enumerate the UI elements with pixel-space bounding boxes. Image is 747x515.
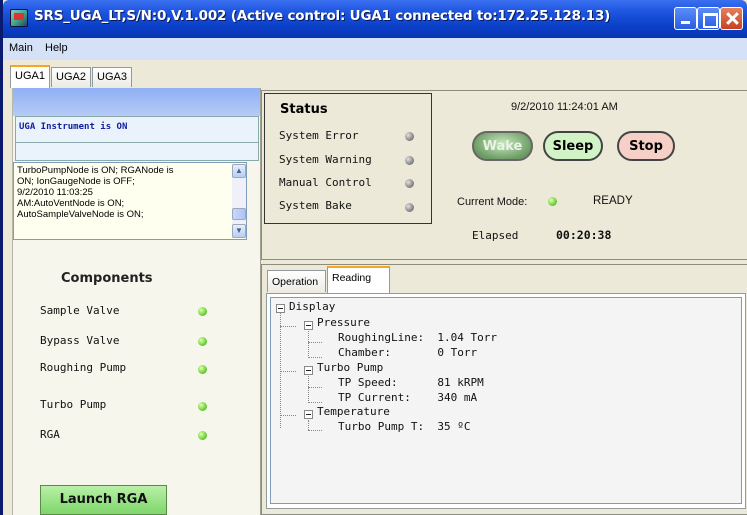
tree-connector [308, 331, 309, 358]
tree-connector [308, 387, 322, 388]
tree-temperature[interactable]: Temperature [317, 405, 390, 418]
close-button[interactable] [720, 7, 743, 30]
system-bake-led-icon [405, 203, 414, 212]
tree-connector [280, 326, 296, 327]
minimize-icon [675, 8, 696, 29]
tab-uga2[interactable]: UGA2 [51, 67, 91, 87]
title-bar[interactable]: SRS_UGA_LT,S/N:0,V.1.002 (Active control… [3, 0, 747, 38]
component-sample-valve-label: Sample Valve [40, 304, 120, 317]
status-system-error-label: System Error [279, 129, 359, 142]
log-line: AutoSampleValveNode is ON; [17, 209, 144, 220]
sample-valve-led-icon [198, 307, 207, 316]
component-bypass-valve-label: Bypass Valve [40, 334, 120, 347]
roughing-pump-led-icon [198, 365, 207, 374]
system-warning-led-icon [405, 156, 414, 165]
tree-connector [308, 342, 322, 343]
control-panel: Status System Error System Warning Manua… [261, 90, 747, 260]
stop-button[interactable]: Stop [617, 131, 675, 161]
status-box: Status System Error System Warning Manua… [264, 93, 432, 224]
log-scrollbar[interactable]: ▲ ▼ [232, 164, 246, 238]
components-title: Components [61, 271, 153, 286]
rga-led-icon [198, 431, 207, 440]
menu-bar: Main Help [3, 38, 747, 60]
status-system-warning-label: System Warning [279, 153, 372, 166]
tree-tp-speed: TP Speed: 81 kRPM [338, 376, 484, 389]
log-line: TurboPumpNode is ON; RGANode is [17, 165, 174, 176]
tree-connector [280, 415, 296, 416]
maximize-button[interactable] [697, 7, 720, 30]
instrument-tabs: UGA1 UGA2 UGA3 [3, 60, 747, 88]
datetime: 9/2/2010 11:24:01 AM [511, 101, 618, 113]
tree-chamber: Chamber: 0 Torr [338, 346, 478, 359]
tree-tp-current: TP Current: 340 mA [338, 391, 478, 404]
component-turbo-pump-label: Turbo Pump [40, 398, 107, 411]
minimize-button[interactable] [674, 7, 697, 30]
collapse-temperature-icon[interactable] [304, 410, 313, 419]
bypass-valve-led-icon [198, 337, 207, 346]
app-window: SRS_UGA_LT,S/N:0,V.1.002 (Active control… [3, 0, 747, 515]
collapse-turbo-pump-icon[interactable] [304, 366, 313, 375]
right-panel: Status System Error System Warning Manua… [260, 88, 747, 515]
uga-status-text: UGA Instrument is ON [15, 116, 259, 143]
scroll-down-icon[interactable]: ▼ [232, 224, 246, 238]
tab-reading[interactable]: Reading [327, 266, 390, 293]
tree-turbo-pump[interactable]: Turbo Pump [317, 361, 383, 374]
tree-display[interactable]: Display [289, 300, 335, 313]
menu-main[interactable]: Main [9, 42, 33, 54]
log-box[interactable]: TurboPumpNode is ON; RGANode is ON; IonG… [13, 162, 247, 240]
scroll-thumb[interactable] [232, 208, 246, 220]
tree-connector [308, 420, 309, 430]
system-error-led-icon [405, 132, 414, 141]
inner-tabs: Operation Reading [266, 265, 746, 293]
window-title: SRS_UGA_LT,S/N:0,V.1.002 (Active control… [34, 8, 611, 24]
tree-connector [308, 376, 309, 403]
maximize-icon [698, 8, 719, 29]
tree-pressure[interactable]: Pressure [317, 316, 370, 329]
tree-roughing-line: RoughingLine: 1.04 Torr [338, 331, 497, 344]
component-roughing-pump-label: Roughing Pump [40, 361, 127, 374]
turbo-pump-led-icon [198, 402, 207, 411]
tab-operation[interactable]: Operation [267, 270, 326, 292]
tab-uga1[interactable]: UGA1 [10, 65, 50, 88]
reading-panel: Operation Reading Display Pressure Rough… [261, 264, 747, 515]
close-icon [721, 8, 742, 29]
elapsed-value: 00:20:38 [556, 228, 612, 242]
status-system-bake-label: System Bake [279, 199, 352, 212]
manual-control-led-icon [405, 179, 414, 188]
log-line: AM:AutoVentNode is ON; [17, 198, 125, 209]
tree-connector [280, 371, 296, 372]
tab-uga3[interactable]: UGA3 [92, 67, 132, 87]
tree-connector [308, 357, 322, 358]
reading-tree[interactable]: Display Pressure RoughingLine: 1.04 Torr… [270, 297, 742, 504]
sleep-button[interactable]: Sleep [543, 131, 603, 161]
uga-status-area [15, 143, 259, 161]
status-manual-control-label: Manual Control [279, 176, 372, 189]
left-panel: UGA Instrument is ON TurboPumpNode is ON… [12, 88, 261, 515]
current-mode-value: READY [593, 195, 633, 207]
collapse-pressure-icon[interactable] [304, 321, 313, 330]
wake-button[interactable]: Wake [472, 131, 533, 161]
component-rga-label: RGA [40, 428, 60, 441]
app-icon [10, 9, 28, 27]
reading-tree-container: Display Pressure RoughingLine: 1.04 Torr… [266, 293, 746, 509]
tree-turbo-pump-t: Turbo Pump T: 35 ºC [338, 420, 471, 433]
collapse-display-icon[interactable] [276, 304, 285, 313]
tree-connector [308, 402, 322, 403]
status-title: Status [280, 102, 328, 117]
elapsed-label: Elapsed [472, 229, 519, 242]
scroll-up-icon[interactable]: ▲ [232, 164, 246, 178]
header-strip [13, 88, 261, 116]
menu-help[interactable]: Help [45, 42, 68, 54]
current-mode-led-icon [548, 197, 557, 206]
current-mode-label: Current Mode: [457, 196, 528, 208]
launch-rga-button[interactable]: Launch RGA [40, 485, 167, 515]
log-line: 9/2/2010 11:03:25 [17, 187, 93, 198]
log-line: ON; IonGaugeNode is OFF; [17, 176, 135, 187]
tree-connector [308, 430, 322, 431]
